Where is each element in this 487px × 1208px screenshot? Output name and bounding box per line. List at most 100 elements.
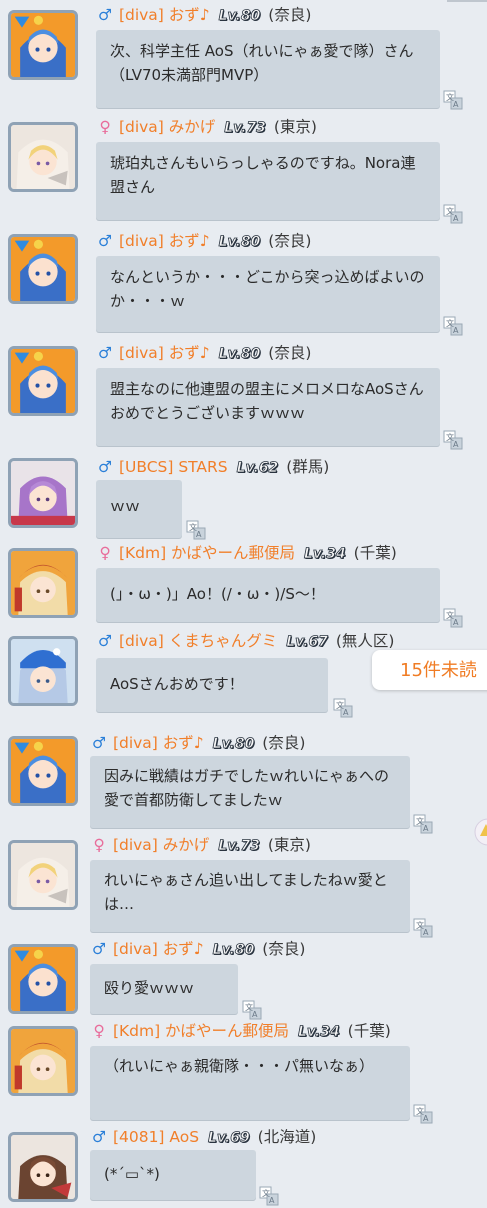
- translate-icon[interactable]: 文A: [242, 1000, 262, 1020]
- side-tab-icon[interactable]: [470, 812, 487, 852]
- svg-text:A: A: [423, 824, 429, 833]
- avatar[interactable]: [8, 1132, 78, 1202]
- unread-count-label: 15件未読: [400, 660, 477, 681]
- level-badge: Lv.80: [218, 346, 261, 363]
- prefecture: (千葉): [347, 1022, 391, 1040]
- svg-text:A: A: [453, 100, 459, 109]
- scroll-indicator: [447, 0, 487, 2]
- translate-icon[interactable]: 文A: [259, 1186, 279, 1206]
- prefecture: (奈良): [262, 734, 306, 752]
- message-header: ♂ [diva] おず♪ Lv.80 (奈良): [96, 342, 311, 364]
- level-badge: Lv.80: [212, 736, 255, 753]
- translate-icon[interactable]: 文A: [333, 698, 353, 718]
- translate-icon[interactable]: 文A: [443, 608, 463, 628]
- unread-banner[interactable]: 15件未読: [372, 650, 487, 690]
- message-header: ♂ [diva] おず♪ Lv.80 (奈良): [90, 938, 305, 960]
- translate-icon[interactable]: 文A: [413, 814, 433, 834]
- gender-icon: ♂: [98, 6, 112, 24]
- prefecture: (東京): [273, 118, 317, 136]
- translate-icon[interactable]: 文A: [186, 520, 206, 540]
- avatar[interactable]: [8, 122, 78, 192]
- avatar[interactable]: [8, 458, 78, 528]
- avatar[interactable]: [8, 548, 78, 618]
- avatar[interactable]: [8, 840, 78, 910]
- sender-name[interactable]: [diva] みかげ: [119, 118, 215, 136]
- sender-name[interactable]: [diva] おず♪: [119, 232, 210, 250]
- svg-text:A: A: [423, 928, 429, 937]
- gender-icon: ♀: [93, 836, 105, 854]
- sender-name[interactable]: [diva] おず♪: [119, 344, 210, 362]
- level-badge: Lv.69: [208, 1130, 251, 1147]
- sender-name[interactable]: [diva] くまちゃんグミ: [119, 632, 277, 650]
- message-header: ♂ [diva] くまちゃんグミ Lv.67 (無人区): [96, 630, 394, 652]
- svg-text:A: A: [252, 1010, 258, 1019]
- avatar[interactable]: [8, 1026, 78, 1096]
- prefecture: (奈良): [268, 344, 312, 362]
- sender-name[interactable]: [diva] おず♪: [119, 6, 210, 24]
- gender-icon: ♂: [92, 1128, 106, 1146]
- level-badge: Lv.80: [218, 234, 261, 251]
- message-bubble: 盟主なのに他連盟の盟主にメロメロなAoSさんおめでとうございますｗｗｗ: [96, 368, 440, 446]
- prefecture: (東京): [267, 836, 311, 854]
- sender-name[interactable]: [diva] みかげ: [113, 836, 209, 854]
- message-bubble: （れいにゃぁ親衛隊・・・パ無いなぁ）: [90, 1046, 410, 1120]
- svg-text:A: A: [423, 1114, 429, 1123]
- message-bubble: ｗｗ: [96, 480, 182, 538]
- prefecture: (奈良): [268, 232, 312, 250]
- avatar[interactable]: [8, 234, 78, 304]
- svg-text:A: A: [453, 326, 459, 335]
- translate-icon[interactable]: 文A: [443, 90, 463, 110]
- message-header: ♂ [diva] おず♪ Lv.80 (奈良): [96, 4, 311, 26]
- translate-icon[interactable]: 文A: [443, 204, 463, 224]
- level-badge: Lv.80: [218, 8, 261, 25]
- level-badge: Lv.67: [286, 634, 329, 651]
- level-badge: Lv.73: [224, 120, 267, 137]
- avatar[interactable]: [8, 636, 78, 706]
- svg-text:A: A: [453, 618, 459, 627]
- avatar[interactable]: [8, 346, 78, 416]
- svg-text:A: A: [453, 214, 459, 223]
- prefecture: (無人区): [335, 632, 395, 650]
- prefecture: (奈良): [268, 6, 312, 24]
- gender-icon: ♂: [92, 734, 106, 752]
- svg-text:A: A: [453, 440, 459, 449]
- avatar[interactable]: [8, 736, 78, 806]
- level-badge: Lv.62: [236, 460, 279, 477]
- gender-icon: ♂: [98, 232, 112, 250]
- message-bubble: 琥珀丸さんもいらっしゃるのですね。Nora連盟さん: [96, 142, 440, 220]
- svg-text:A: A: [269, 1196, 275, 1205]
- message-bubble: れいにゃぁさん追い出してましたねｗ愛とは…: [90, 860, 410, 932]
- message-header: ♂ [diva] おず♪ Lv.80 (奈良): [90, 732, 305, 754]
- svg-text:A: A: [196, 530, 202, 539]
- translate-icon[interactable]: 文A: [443, 316, 463, 336]
- message-bubble: (」・ω・)」Ao！(/・ω・)/S～！: [96, 568, 440, 622]
- message-header: ♂ [diva] おず♪ Lv.80 (奈良): [96, 230, 311, 252]
- message-header: ♂ [4081] AoS Lv.69 (北海道): [90, 1126, 316, 1148]
- sender-name[interactable]: [Kdm] かばやーん郵便局: [113, 1022, 289, 1040]
- sender-name[interactable]: [Kdm] かばやーん郵便局: [119, 544, 295, 562]
- gender-icon: ♀: [99, 118, 111, 136]
- gender-icon: ♀: [99, 544, 111, 562]
- gender-icon: ♂: [92, 940, 106, 958]
- sender-name[interactable]: [4081] AoS: [113, 1128, 199, 1146]
- svg-text:A: A: [343, 708, 349, 717]
- translate-icon[interactable]: 文A: [413, 1104, 433, 1124]
- avatar[interactable]: [8, 10, 78, 80]
- prefecture: (奈良): [262, 940, 306, 958]
- prefecture: (群馬): [286, 458, 330, 476]
- prefecture: (千葉): [353, 544, 397, 562]
- sender-name[interactable]: [diva] おず♪: [113, 940, 204, 958]
- gender-icon: ♀: [93, 1022, 105, 1040]
- message-bubble: AoSさんおめです！: [96, 658, 328, 712]
- message-bubble: 因みに戦績はガチでしたｗれいにゃぁへの愛で首都防衛してましたｗ: [90, 756, 410, 828]
- gender-icon: ♂: [98, 344, 112, 362]
- sender-name[interactable]: [UBCS] STARS: [119, 458, 228, 476]
- avatar[interactable]: [8, 944, 78, 1014]
- translate-icon[interactable]: 文A: [413, 918, 433, 938]
- sender-name[interactable]: [diva] おず♪: [113, 734, 204, 752]
- message-bubble: 殴り愛ｗｗｗ: [90, 964, 238, 1014]
- level-badge: Lv.34: [298, 1024, 341, 1041]
- translate-icon[interactable]: 文A: [443, 430, 463, 450]
- message-bubble: 次、科学主任 AoS（れいにゃぁ愛で隊）さん（LV70未満部門MVP）: [96, 30, 440, 108]
- message-bubble: (*´▭`*): [90, 1150, 256, 1200]
